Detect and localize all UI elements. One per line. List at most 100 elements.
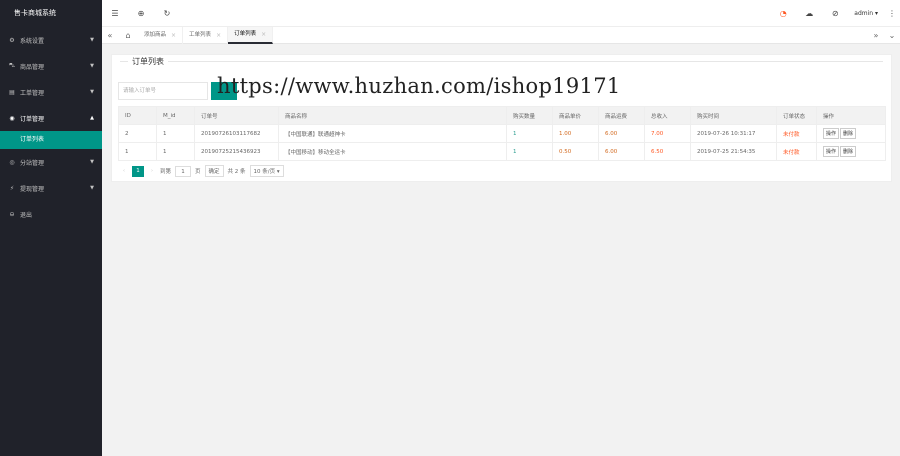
order-list-panel: 订单列表 请输入订单号 https://www.huzhan.com/ishop…: [111, 54, 892, 182]
column-header: 购买数量: [506, 106, 553, 125]
cell-mid: 1: [156, 142, 195, 161]
tab-bar: « ⌂ 添加商品 × 工单列表 × 订单列表 × » ⌄: [102, 26, 900, 44]
column-header: 购买时间: [690, 106, 777, 125]
close-icon[interactable]: ×: [171, 27, 176, 44]
menu-toggle-icon[interactable]: ☰: [102, 9, 128, 18]
page-size-value: 10 条/页: [253, 169, 276, 175]
tab-label: 工单列表: [189, 31, 212, 38]
delete-button[interactable]: 删除: [840, 146, 857, 157]
tabs-next-icon[interactable]: »: [868, 31, 884, 40]
tab-add-product[interactable]: 添加商品 ×: [138, 26, 184, 44]
home-icon[interactable]: ⌂: [118, 31, 138, 40]
column-header: 商品名称: [278, 106, 507, 125]
sidebar-item-logout[interactable]: ⊖ 退出: [0, 201, 102, 227]
cell-order-no: 20190725215436923: [194, 142, 279, 161]
chevron-down-icon: ▼: [90, 159, 94, 165]
page-unit-label: 页: [195, 169, 201, 175]
table-row: 2 1 20190726103117682 【中国联通】联通超神卡 1 1.00…: [118, 124, 886, 143]
chevron-down-icon: ▼: [90, 63, 94, 69]
globe-icon[interactable]: ⊕: [128, 9, 154, 18]
page-input[interactable]: 1: [175, 165, 192, 177]
tab-order-list[interactable]: 订单列表 ×: [228, 26, 274, 44]
cart-icon: ⛍: [8, 62, 16, 69]
page-prev-icon[interactable]: ‹: [120, 168, 128, 174]
refresh-icon[interactable]: ↻: [154, 9, 180, 18]
page-next-icon[interactable]: ›: [148, 168, 156, 174]
cell-price: 0.50: [552, 142, 599, 161]
watermark: https://www.huzhan.com/ishop19171: [217, 74, 621, 98]
pagination: ‹ 1 › 到第 1 页 确定 共 2 条 10 条/页 ▾: [120, 165, 284, 177]
cell-shipping: 6.00: [598, 124, 645, 143]
chevron-up-icon: ▲: [90, 115, 94, 121]
chevron-down-icon: ▼: [90, 185, 94, 191]
column-header: M_id: [156, 106, 195, 125]
cell-order-no: 20190726103117682: [194, 124, 279, 143]
cell-product-name: 【中国移动】移动全运卡: [278, 142, 507, 161]
sidebar: 售卡商城系统 ⚙ 系统设置 ▼ ⛍ 商品管理 ▼ ▤ 工单管理 ▼ ◉ 订单管理…: [0, 0, 102, 456]
sidebar-item-label: 订单管理: [20, 115, 45, 123]
sidebar-item-label: 商品管理: [20, 63, 45, 71]
tag-icon[interactable]: ⊘: [822, 9, 848, 18]
operate-button[interactable]: 操作: [823, 128, 840, 139]
sidebar-item-label: 分站管理: [20, 159, 45, 167]
sidebar-item-withdraw[interactable]: ⚡ 提现管理 ▼: [0, 175, 102, 201]
cell-shipping: 6.00: [598, 142, 645, 161]
operate-button[interactable]: 操作: [823, 146, 840, 157]
tabs-prev-icon[interactable]: «: [102, 31, 118, 40]
sidebar-item-label: 工单管理: [20, 89, 45, 97]
sidebar-item-substations[interactable]: ◎ 分站管理 ▼: [0, 149, 102, 175]
tab-label: 添加商品: [144, 31, 167, 38]
panel-legend: 订单列表: [120, 56, 883, 71]
orders-table: ID M_id 订单号 商品名称 购买数量 商品单价 商品运费 总收入 购买时间…: [118, 106, 886, 161]
page-size-select[interactable]: 10 条/页 ▾: [249, 165, 284, 177]
logout-icon: ⊖: [9, 210, 15, 218]
close-icon[interactable]: ×: [261, 26, 266, 43]
column-header: 操作: [816, 106, 886, 125]
total-count: 共 2 条: [227, 169, 246, 175]
chevron-down-icon[interactable]: ⌄: [884, 31, 900, 40]
cell-total: 7.00: [644, 124, 691, 143]
gear-icon: ⚙: [9, 36, 15, 44]
cell-product-name: 【中国联通】联通超神卡: [278, 124, 507, 143]
sidebar-item-products[interactable]: ⛍ 商品管理 ▼: [0, 53, 102, 79]
column-header: ID: [118, 106, 157, 125]
sidebar-item-label: 退出: [20, 211, 33, 219]
panel-title: 订单列表: [128, 56, 168, 67]
chevron-down-icon: ▼: [90, 37, 94, 43]
column-header: 订单状态: [776, 106, 817, 125]
chevron-down-icon: ▼: [90, 89, 94, 95]
cell-time: 2019-07-25 21:54:35: [690, 142, 777, 161]
sidebar-item-orders[interactable]: ◉ 订单管理 ▲: [0, 105, 102, 131]
sidebar-item-system[interactable]: ⚙ 系统设置 ▼: [0, 27, 102, 53]
theme-icon[interactable]: ☁: [796, 9, 822, 18]
goto-confirm-button[interactable]: 确定: [204, 165, 224, 177]
cell-id: 2: [118, 124, 157, 143]
page-current[interactable]: 1: [132, 165, 144, 177]
cell-id: 1: [118, 142, 157, 161]
sidebar-subitem-order-list[interactable]: 订单列表: [0, 131, 102, 149]
delete-button[interactable]: 删除: [840, 128, 857, 139]
cell-actions: 操作 删除: [816, 142, 886, 161]
cell-time: 2019-07-26 10:31:17: [690, 124, 777, 143]
table-row: 1 1 20190725215436923 【中国移动】移动全运卡 1 0.50…: [118, 142, 886, 161]
cell-price: 1.00: [552, 124, 599, 143]
user-menu[interactable]: admin ▾: [848, 10, 884, 17]
cell-status: 未付款: [776, 124, 817, 143]
table-header-row: ID M_id 订单号 商品名称 购买数量 商品单价 商品运费 总收入 购买时间…: [118, 106, 886, 125]
withdraw-icon: ⚡: [9, 184, 15, 192]
cell-quantity: 1: [506, 124, 553, 143]
column-header: 商品单价: [552, 106, 599, 125]
tab-label: 订单列表: [234, 30, 257, 37]
cell-total: 6.50: [644, 142, 691, 161]
notification-icon[interactable]: ◔: [770, 9, 796, 18]
sidebar-item-label: 提现管理: [20, 185, 45, 193]
close-icon[interactable]: ×: [216, 27, 221, 44]
search-input[interactable]: 请输入订单号: [118, 82, 208, 100]
column-header: 订单号: [194, 106, 279, 125]
cell-quantity: 1: [506, 142, 553, 161]
order-icon: ◉: [9, 114, 15, 122]
tab-ticket-list[interactable]: 工单列表 ×: [183, 26, 229, 44]
username: admin: [854, 9, 874, 17]
more-icon[interactable]: ⋮: [884, 9, 900, 18]
sidebar-item-tickets[interactable]: ▤ 工单管理 ▼: [0, 79, 102, 105]
